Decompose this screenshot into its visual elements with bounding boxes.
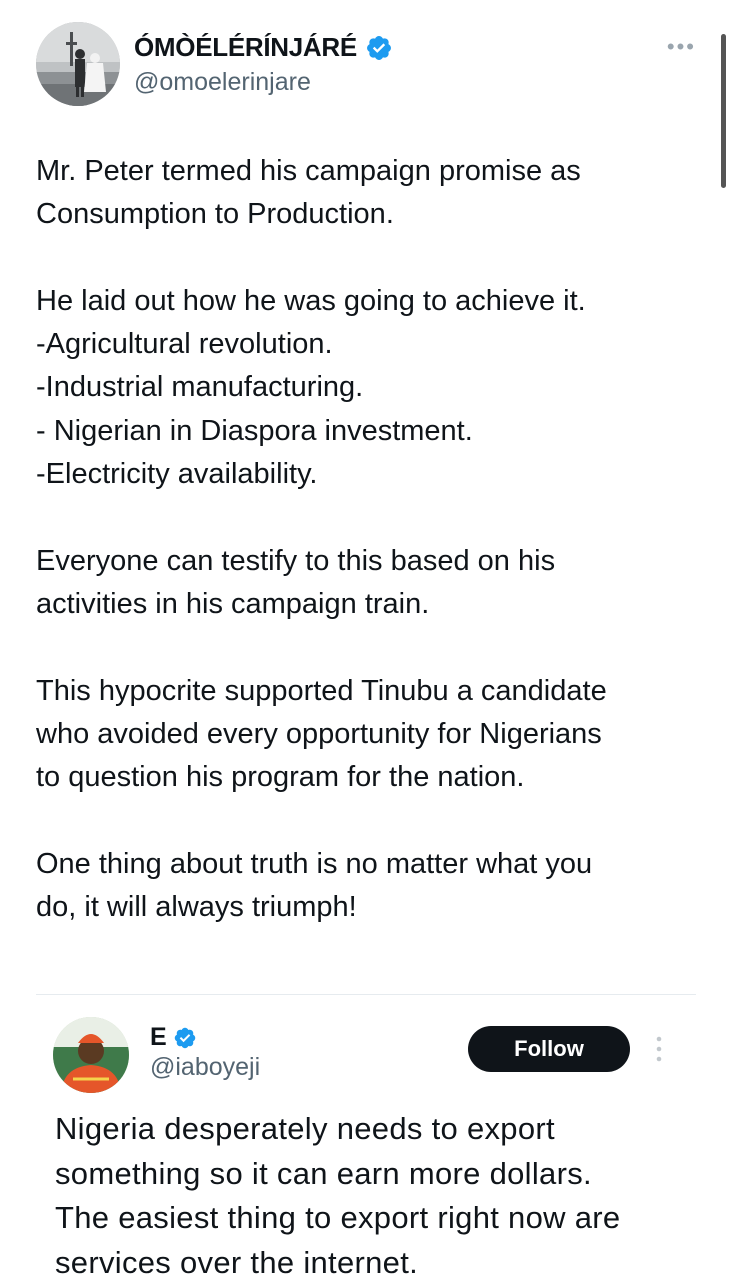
verified-badge-icon (174, 1027, 195, 1048)
tweet-text: Mr. Peter termed his campaign promise as… (36, 150, 696, 929)
tweet-paragraph: One thing about truth is no matter what … (36, 847, 593, 924)
more-vertical-icon[interactable] (650, 1033, 668, 1065)
scrollbar[interactable] (721, 34, 726, 188)
quoted-author-name-row: E (150, 1023, 197, 1052)
profile-photo-icon (36, 22, 120, 106)
tweet-paragraph: Mr. Peter termed his campaign promise as… (36, 155, 581, 231)
quoted-author-display-name[interactable]: E (150, 1023, 167, 1052)
more-horizontal-icon[interactable]: ••• (667, 36, 696, 58)
tweet-paragraph: Everyone can testify to this based on hi… (36, 544, 556, 620)
quoted-author-handle[interactable]: @iaboyeji (150, 1053, 260, 1082)
quoted-tweet-paragraph: Nigeria desperately needs to export some… (55, 1111, 621, 1280)
follow-button[interactable]: Follow (468, 1026, 630, 1072)
quoted-tweet-text: Nigeria desperately needs to export some… (55, 1107, 685, 1280)
tweet-header: ÓMÒÉLÉRÍNJÁRÉ @omoelerinjare ••• (36, 22, 696, 108)
author-name-row: ÓMÒÉLÉRÍNJÁRÉ (134, 32, 393, 63)
author-handle[interactable]: @omoelerinjare (134, 68, 311, 97)
tweet-paragraph: He laid out how he was going to achieve … (36, 284, 586, 491)
quoted-author-avatar[interactable] (53, 1017, 129, 1093)
tweet-page: ÓMÒÉLÉRÍNJÁRÉ @omoelerinjare ••• Mr. Pet… (0, 0, 732, 1280)
tweet-paragraph: This hypocrite supported Tinubu a candid… (36, 674, 607, 794)
quoted-tweet-card[interactable]: E @iaboyeji Follow Nigeria desperately n… (36, 994, 696, 1280)
author-display-name[interactable]: ÓMÒÉLÉRÍNJÁRÉ (134, 32, 357, 63)
verified-badge-icon (366, 35, 391, 60)
profile-photo-icon (53, 1017, 129, 1093)
author-avatar[interactable] (36, 22, 120, 106)
